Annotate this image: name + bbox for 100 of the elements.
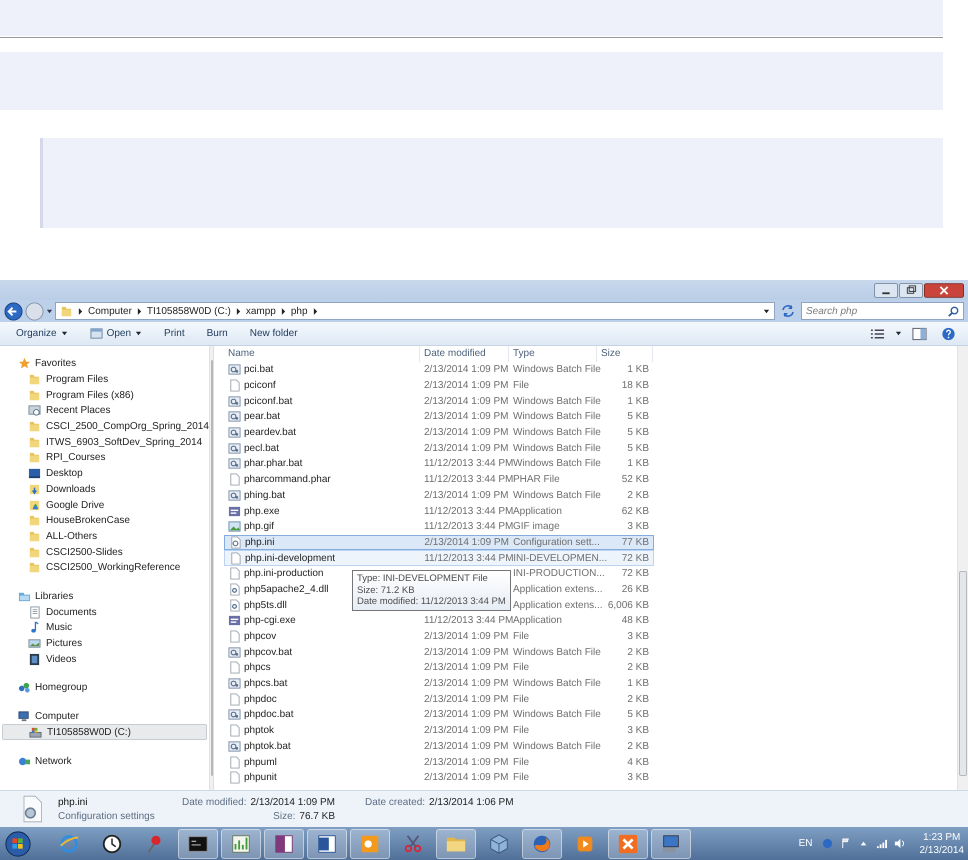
blank-file-icon [228,473,241,486]
size-cell: 4 KB [627,756,649,768]
date-cell: 2/13/2014 1:09 PM [424,396,509,407]
breadcrumb[interactable]: TI105858W0D (C:) [146,306,231,316]
size-cell: 72 KB [622,568,649,580]
size-cell: 3 KB [627,772,649,784]
size-cell: 6,006 KB [608,600,649,611]
breadcrumb[interactable]: xampp [246,306,276,316]
file-name: phing.bat [244,490,286,501]
sidebar-item[interactable]: Program Files [2,372,209,388]
sidebar-item[interactable]: TI105858W0D (C:) [2,724,207,740]
sidebar-item[interactable]: Videos [2,651,209,668]
sidebar-item[interactable]: Program Files (x86) [2,387,209,404]
sidebar-item[interactable]: CSCI2500-Slides [2,544,209,560]
language-indicator[interactable]: EN [798,838,812,849]
breadcrumb[interactable]: Computer [88,306,132,316]
gear-window-icon [228,708,241,722]
type-cell: Application extens... [513,584,602,595]
caret-icon[interactable] [763,308,770,314]
column-header[interactable]: Name [224,346,420,362]
taskbar-button[interactable] [264,828,304,858]
start-button[interactable] [4,830,32,858]
type-cell: File [513,725,530,736]
scrollbar[interactable] [957,346,968,790]
cube-icon[interactable] [488,832,510,854]
date-cell: 2/13/2014 1:09 PM [424,427,509,438]
toolbar-button[interactable]: Open [82,325,150,342]
column-header[interactable]: Size [597,346,653,362]
minimize-icon[interactable] [874,282,898,298]
scissors-icon[interactable] [402,832,424,854]
toolbar-button[interactable]: New folder [242,326,306,341]
file-name: php.ini-production [244,568,324,580]
date-cell: 11/12/2013 3:44 PM [424,521,514,532]
taskbar-button[interactable] [651,828,691,858]
sidebar-item[interactable]: ALL-Others [2,528,209,544]
sidebar-item[interactable]: Recent Places [2,403,209,419]
type-cell: Windows Batch File [513,442,601,454]
file-name: php.ini [58,796,88,808]
document-icon[interactable] [316,832,338,854]
file-row[interactable]: php.ini-development 11/12/2013 3:44 PMINI-DEVELOPMEN... 72 KB [224,550,654,566]
clock-icon[interactable] [101,832,123,854]
file-name: pci.bat [244,364,274,376]
sidebar-header[interactable]: Favorites [2,356,209,372]
sidebar-item[interactable]: Downloads [2,482,209,498]
column-header[interactable]: Date modified [420,346,509,362]
file-row[interactable]: php.ini 2/13/2014 1:09 PM Configuration sett... 77 KB [224,534,654,550]
file-name: php.exe [244,506,280,517]
close-icon[interactable] [924,282,964,298]
speaker-icon[interactable] [894,838,904,849]
chart-icon[interactable] [230,832,252,854]
browser-icon[interactable] [58,832,80,854]
cross-logo-icon[interactable] [617,832,639,854]
sidebar-item[interactable]: RPI_Courses [2,450,209,466]
chevron-icon [280,308,286,314]
sidebar-item[interactable]: Pictures [2,636,209,652]
restore-icon[interactable] [899,282,923,298]
sidebar-item[interactable]: HouseBrokenCase [2,512,209,529]
column-header[interactable]: Type [509,346,597,362]
toolbar-button[interactable]: Print [156,326,193,341]
sidebar-item[interactable]: Documents [2,604,209,620]
help-icon[interactable] [941,326,956,340]
size-cell: 72 KB [622,552,649,564]
scrollbar[interactable] [208,346,213,790]
sidebar-header[interactable]: Computer [2,708,209,724]
flag-icon[interactable] [840,838,850,849]
detail-value: 2/13/2014 1:09 PM [250,796,335,808]
toolbar-button[interactable]: Organize [8,326,76,341]
view-list-icon[interactable] [870,326,885,340]
sidebar-item[interactable]: CSCI2500_WorkingReference [2,560,209,576]
document-icon [28,606,41,619]
size-cell: 2 KB [627,694,649,705]
search-field[interactable]: Search php [801,302,964,320]
sidebar-item[interactable]: Desktop [2,466,209,482]
monitor-icon[interactable] [660,832,682,854]
toolbar-button[interactable]: Burn [198,326,236,341]
taskbar-button[interactable] [307,828,347,858]
caret-icon[interactable] [46,308,53,314]
preview-pane-icon[interactable] [912,326,927,340]
type-cell: File [513,694,530,705]
desktop-icon [28,467,41,480]
sidebar-header[interactable]: Libraries [2,588,209,604]
detail-value: 76.7 KB [299,810,335,822]
signal-icon[interactable] [876,838,886,849]
taskbar-button[interactable] [178,828,218,858]
address-field[interactable]: Computer TI105858W0D (C:) xampp php [55,302,775,320]
clock-date[interactable]: 2/13/2014 [920,844,964,856]
notebook-icon[interactable] [273,832,295,854]
sidebar-header[interactable]: Network [2,753,209,770]
caret-icon[interactable] [895,330,902,337]
sidebar-item[interactable]: Music [2,620,209,636]
sidebar-item[interactable]: ITWS_6903_SoftDev_Spring_2014 [2,434,209,450]
sidebar-header[interactable]: Homegroup [2,680,209,696]
folder-icon [28,436,41,449]
type-cell: Application extens... [513,600,602,611]
sidebar-item[interactable]: Google Drive [2,497,209,513]
back-icon[interactable] [4,302,23,320]
sidebar-item[interactable]: CSCI_2500_CompOrg_Spring_2014 [2,418,209,434]
refresh-icon[interactable] [781,304,795,318]
breadcrumb[interactable]: php [290,306,308,316]
size-cell: 2 KB [627,490,649,501]
